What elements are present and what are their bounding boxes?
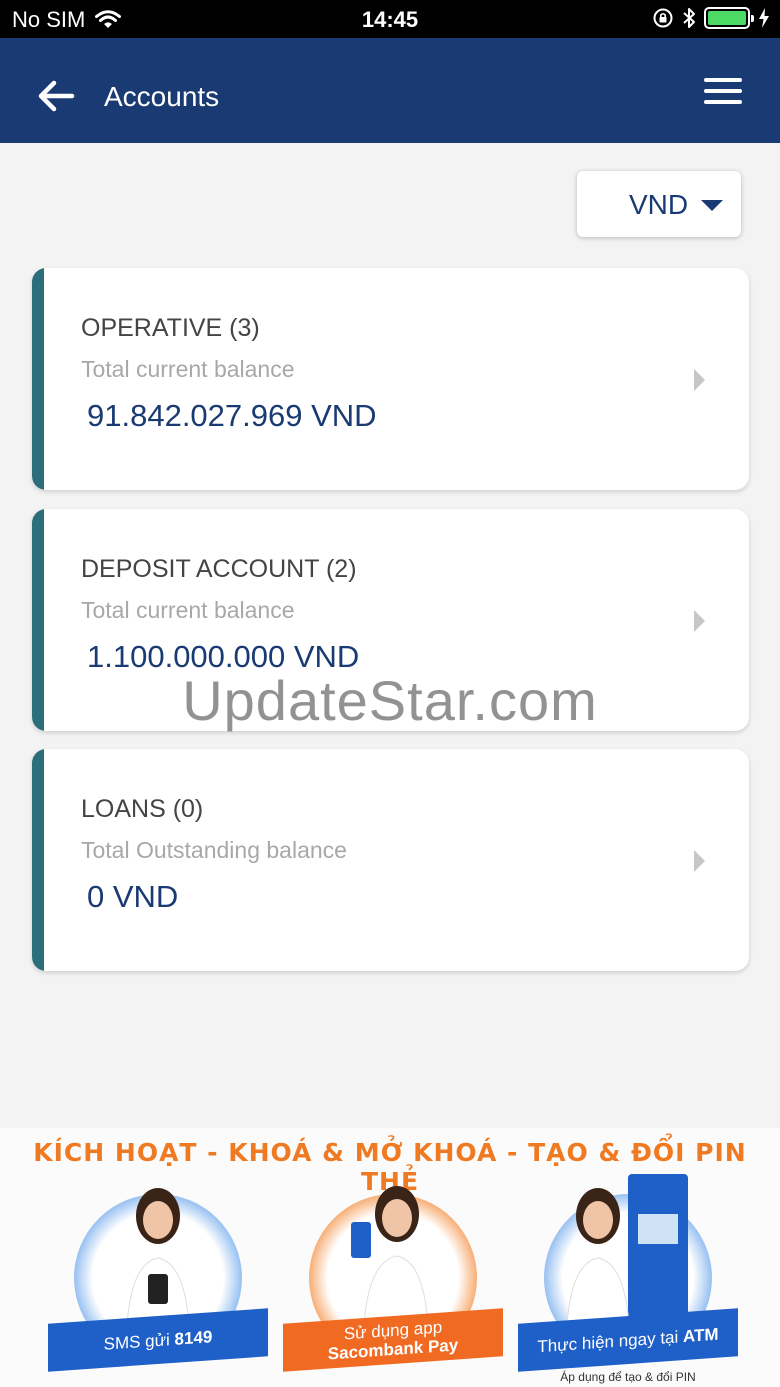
chevron-right-icon bbox=[694, 369, 705, 391]
promo-note: Áp dụng để tạo & đổi PIN bbox=[560, 1370, 696, 1384]
card-title: LOANS (0) bbox=[81, 795, 204, 823]
charging-icon bbox=[759, 8, 769, 28]
card-title: OPERATIVE (3) bbox=[81, 314, 260, 342]
account-card-loans[interactable]: LOANS (0) Total Outstanding balance 0 VN… bbox=[32, 749, 749, 971]
menu-button[interactable] bbox=[704, 78, 742, 108]
chevron-right-icon bbox=[694, 610, 705, 632]
promo-ribbon: Sử dụng app Sacombank Pay bbox=[283, 1308, 503, 1372]
hamburger-line bbox=[704, 78, 742, 82]
status-bar: No SIM 14:45 bbox=[0, 0, 780, 38]
caret-down-icon bbox=[701, 200, 723, 211]
page-title: Accounts bbox=[104, 81, 220, 112]
promo-ribbon-text: Thực hiện ngay tại ATM bbox=[537, 1324, 718, 1356]
bluetooth-icon bbox=[683, 8, 695, 28]
card-accent-bar bbox=[32, 268, 44, 490]
hamburger-line bbox=[704, 89, 742, 93]
currency-value: VND bbox=[629, 189, 689, 220]
battery-icon bbox=[704, 7, 754, 29]
currency-dropdown[interactable]: VND bbox=[577, 171, 741, 237]
arrow-left-icon bbox=[38, 80, 75, 112]
promo-panel-atm: Thực hiện ngay tại ATM Áp dụng để tạo & … bbox=[518, 1174, 738, 1387]
promo-panel-sms: SMS gửi 8149 bbox=[48, 1174, 268, 1387]
orientation-lock-icon bbox=[653, 8, 673, 28]
card-accent-bar bbox=[32, 749, 44, 971]
ribbon-bold: 8149 bbox=[174, 1326, 213, 1349]
promo-ribbon-text: SMS gửi 8149 bbox=[104, 1327, 213, 1354]
card-subtitle: Total current balance bbox=[81, 356, 295, 382]
card-amount: 1.100.000.000 VND bbox=[87, 639, 360, 674]
hamburger-line bbox=[704, 100, 742, 104]
card-title: DEPOSIT ACCOUNT (2) bbox=[81, 555, 357, 583]
account-card-operative[interactable]: OPERATIVE (3) Total current balance 91.8… bbox=[32, 268, 749, 490]
ribbon-line: Thực hiện ngay tại bbox=[537, 1326, 679, 1356]
promo-panel-app: Sử dụng app Sacombank Pay bbox=[283, 1174, 503, 1387]
battery-level bbox=[708, 11, 746, 25]
card-amount: 0 VND bbox=[87, 879, 179, 914]
back-button[interactable] bbox=[36, 76, 76, 116]
status-right bbox=[652, 7, 770, 29]
card-amount: 91.842.027.969 VND bbox=[87, 398, 377, 433]
promo-ribbon: Thực hiện ngay tại ATM bbox=[518, 1308, 738, 1372]
card-subtitle: Total Outstanding balance bbox=[81, 837, 347, 863]
promo-banner[interactable]: KÍCH HOẠT - KHOÁ & MỞ KHOÁ - TẠO & ĐỔI P… bbox=[0, 1128, 780, 1387]
account-card-deposit[interactable]: DEPOSIT ACCOUNT (2) Total current balanc… bbox=[32, 509, 749, 731]
promo-ribbon: SMS gửi 8149 bbox=[48, 1308, 268, 1372]
ribbon-bold: ATM bbox=[683, 1324, 719, 1346]
chevron-right-icon bbox=[694, 850, 705, 872]
card-accent-bar bbox=[32, 509, 44, 731]
ribbon-line: SMS gửi bbox=[103, 1329, 170, 1354]
card-subtitle: Total current balance bbox=[81, 597, 295, 623]
app-header: Accounts bbox=[0, 38, 780, 143]
